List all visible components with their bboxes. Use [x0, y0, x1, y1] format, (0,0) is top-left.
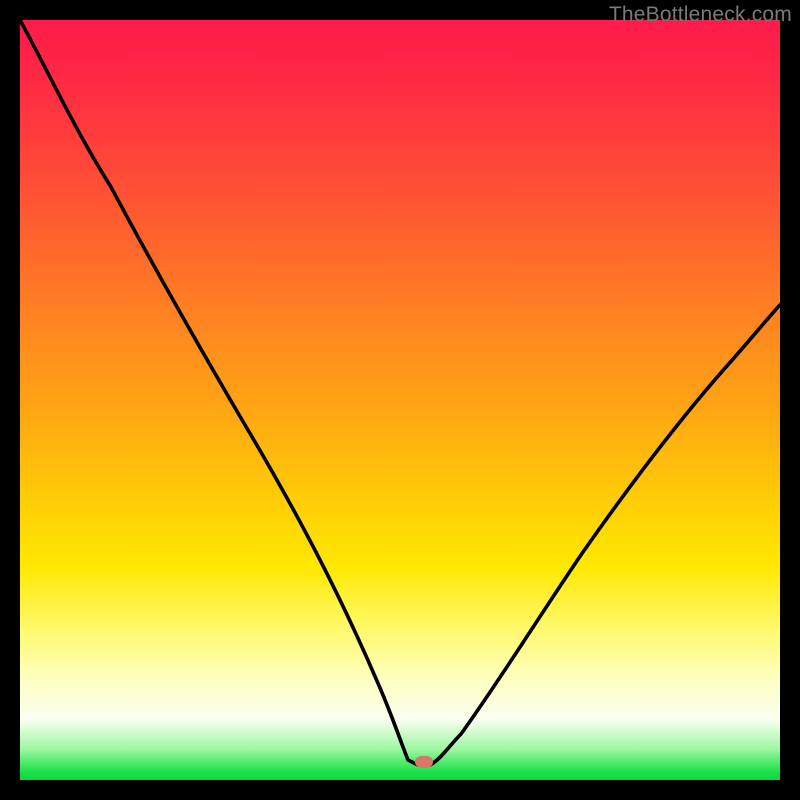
watermark-text: TheBottleneck.com	[609, 3, 792, 27]
plot-area	[20, 20, 780, 780]
curve-path	[20, 20, 780, 765]
bottleneck-curve	[20, 20, 780, 780]
optimal-point-marker	[415, 756, 433, 768]
chart-stage: TheBottleneck.com	[0, 0, 800, 800]
